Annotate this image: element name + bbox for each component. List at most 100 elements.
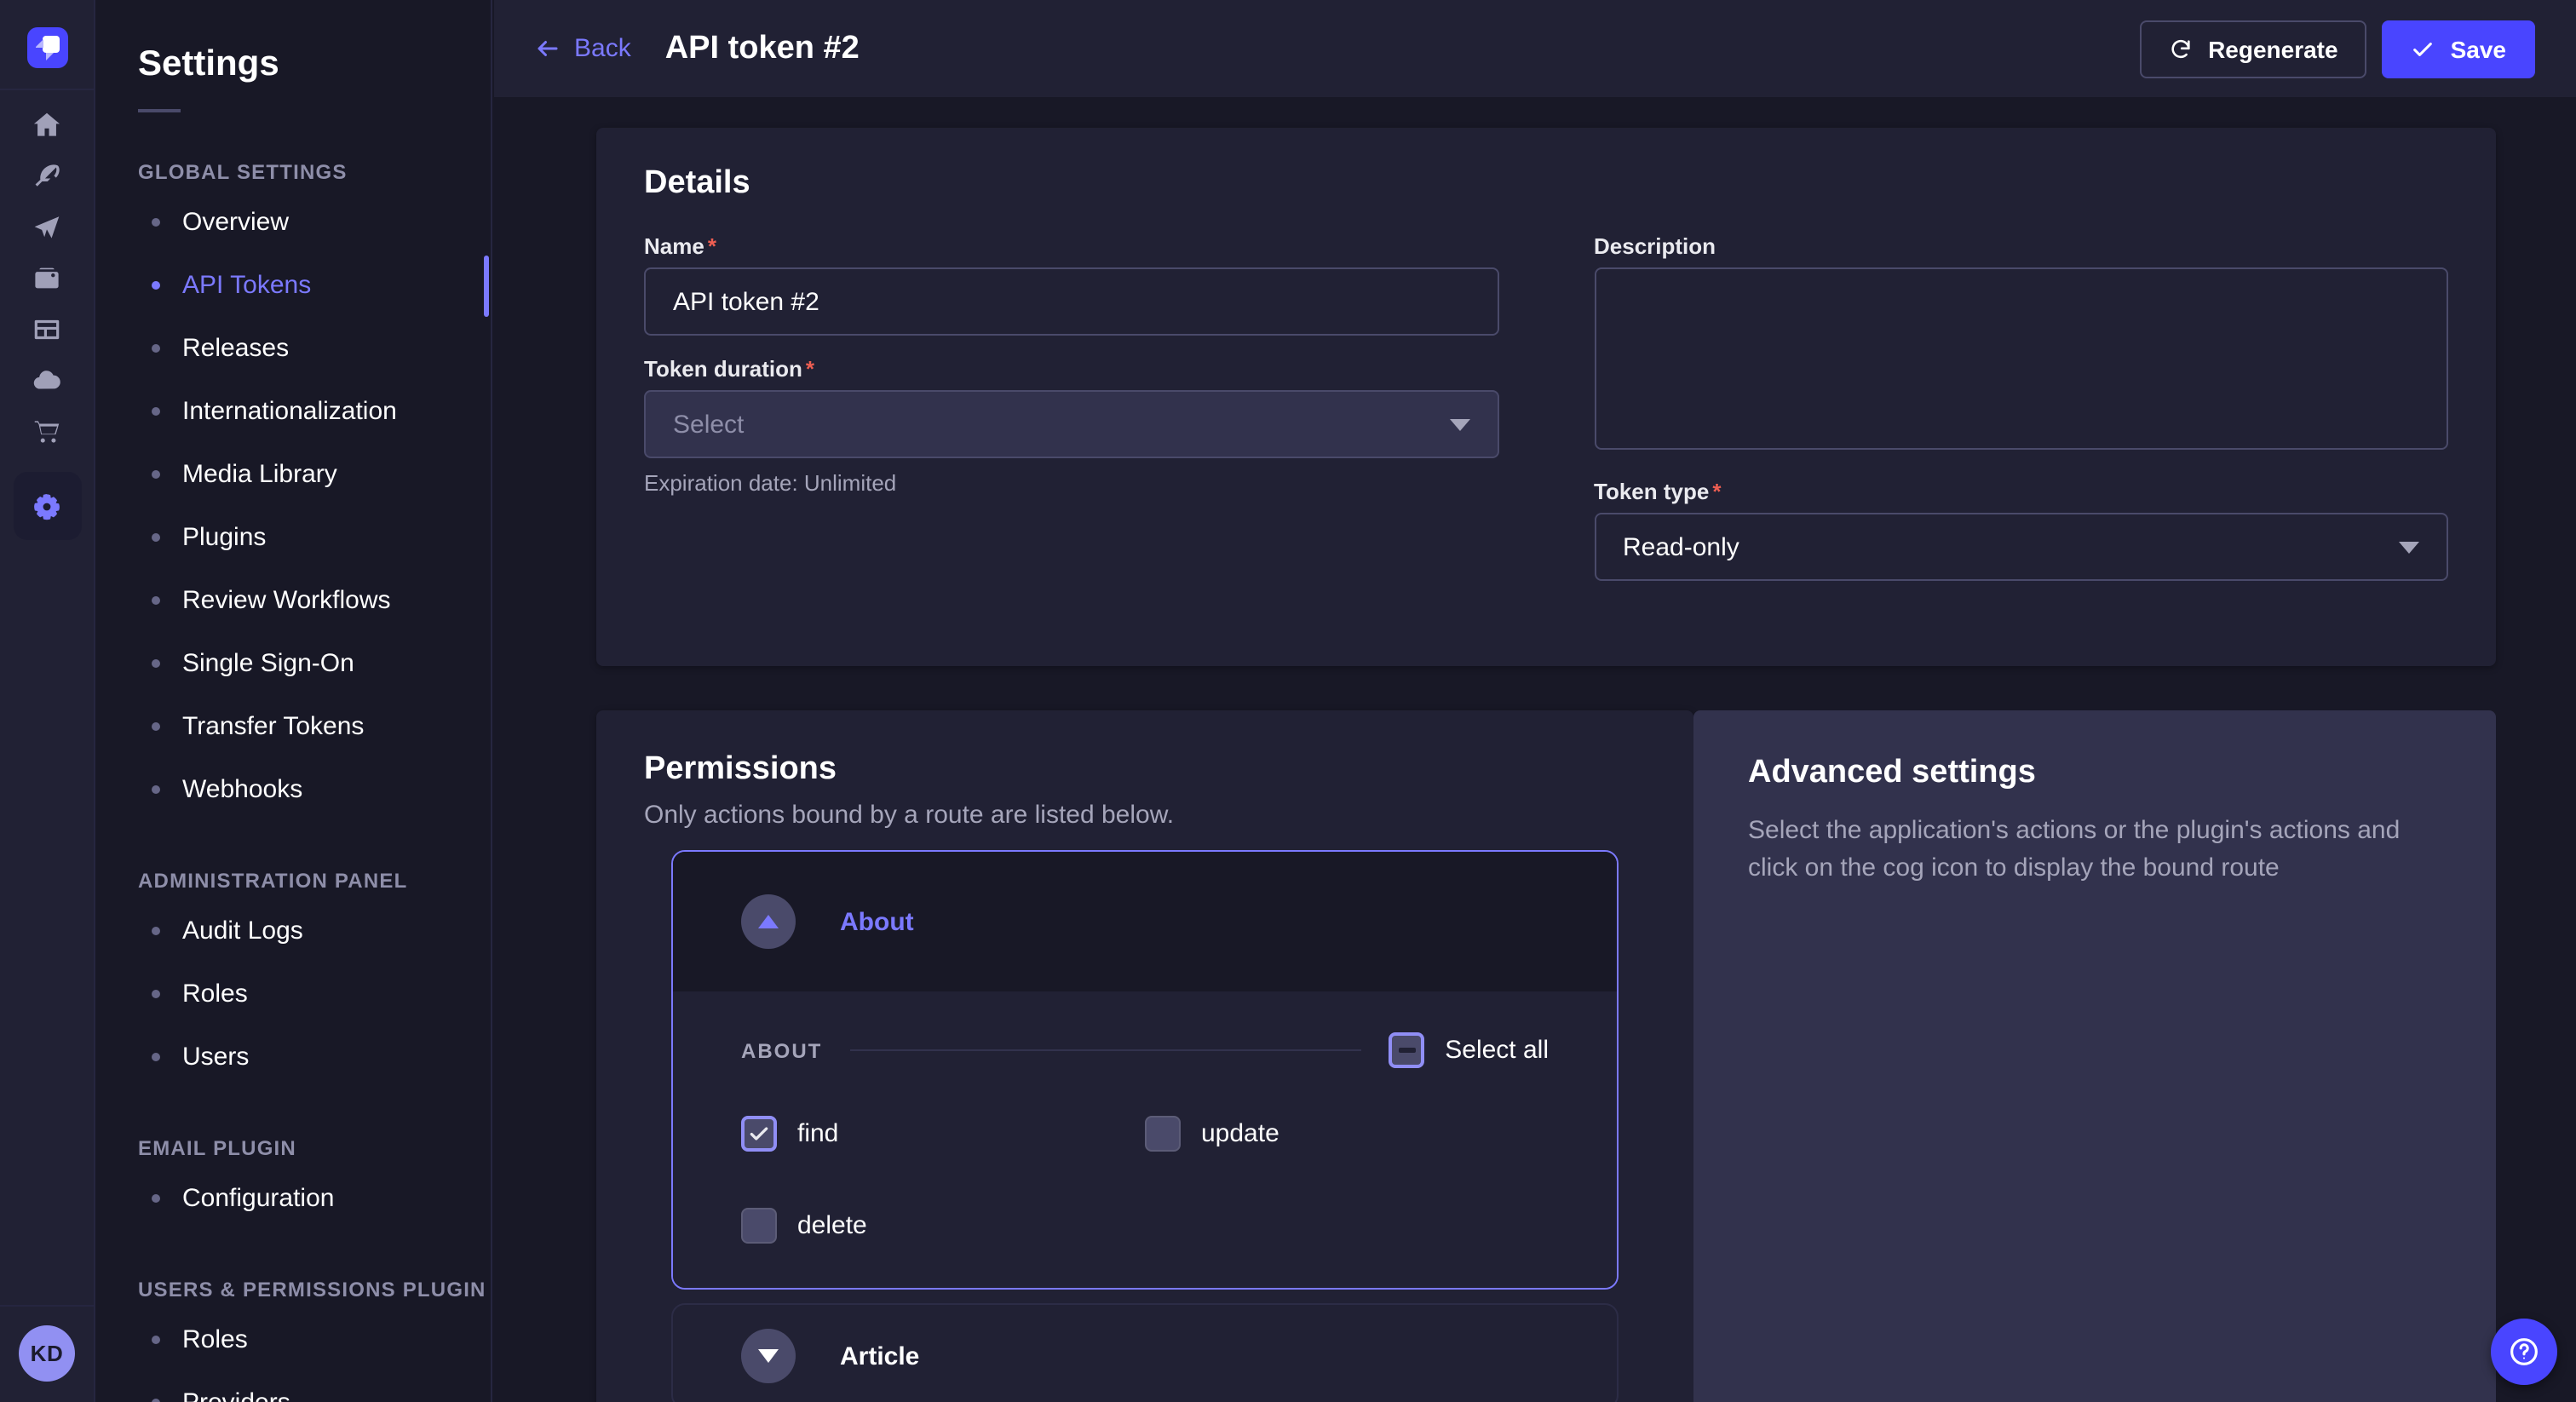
sidebar-item-audit-logs[interactable]: Audit Logs: [95, 899, 491, 962]
advanced-settings-panel: Advanced settings Select the application…: [1693, 710, 2496, 1402]
section-email-plugin: EMAIL PLUGIN: [138, 1136, 491, 1160]
cart-icon[interactable]: [20, 414, 74, 450]
accordion-about-header[interactable]: About: [673, 852, 1617, 991]
bullet-icon: [152, 1053, 160, 1061]
sidebar-item-internationalization[interactable]: Internationalization: [95, 380, 491, 443]
delete-checkbox[interactable]: [741, 1208, 777, 1244]
bullet-icon: [152, 990, 160, 998]
permissions-subtitle: Only actions bound by a route are listed…: [644, 801, 1646, 830]
permissions-heading: Permissions: [644, 751, 1646, 789]
cloud-icon[interactable]: [20, 363, 74, 399]
sidebar-item-api-tokens[interactable]: API Tokens: [95, 254, 491, 317]
select-all-row: Select all: [1389, 1032, 1549, 1068]
token-duration-helper: Expiration date: Unlimited: [644, 470, 1498, 496]
token-duration-select[interactable]: Select: [644, 390, 1498, 458]
question-mark-icon: [2506, 1334, 2542, 1370]
collapse-toggle-icon[interactable]: [741, 894, 796, 949]
accordion-about: About ABOUT Select all: [671, 850, 1619, 1290]
token-type-label: Token type*: [1594, 479, 2448, 504]
name-label: Name*: [644, 233, 1498, 259]
strapi-admin-app: KD Settings GLOBAL SETTINGS Overview API…: [0, 0, 2576, 1402]
bullet-icon: [152, 407, 160, 416]
description-label: Description: [1594, 233, 2448, 259]
accordion-about-body: ABOUT Select all: [673, 991, 1617, 1288]
back-link[interactable]: Back: [535, 34, 631, 63]
sidebar-item-overview[interactable]: Overview: [95, 191, 491, 254]
sidebar-item-plugins[interactable]: Plugins: [95, 506, 491, 569]
settings-sidebar: Settings GLOBAL SETTINGS Overview API To…: [95, 0, 492, 1402]
page-header: Back API token #2 Regenerate Save: [494, 0, 2576, 97]
sidebar-item-single-sign-on[interactable]: Single Sign-On: [95, 632, 491, 695]
section-administration-panel: ADMINISTRATION PANEL: [138, 869, 491, 893]
media-icon[interactable]: [20, 261, 74, 296]
sidebar-item-review-workflows[interactable]: Review Workflows: [95, 569, 491, 632]
sidebar-title: Settings: [138, 44, 491, 85]
refresh-icon: [2169, 37, 2193, 60]
rail-divider: [0, 1305, 95, 1307]
icon-rail: KD: [0, 0, 95, 1402]
section-global-settings: GLOBAL SETTINGS: [138, 160, 491, 184]
bullet-icon: [152, 659, 160, 668]
send-icon[interactable]: [20, 210, 74, 245]
find-checkbox[interactable]: [741, 1116, 777, 1152]
group-divider: [849, 1049, 1361, 1051]
accordion-article: Article: [671, 1303, 1619, 1402]
feather-icon[interactable]: [20, 158, 74, 194]
bullet-icon: [152, 218, 160, 227]
help-button[interactable]: [2491, 1319, 2557, 1385]
action-row-find: find: [741, 1116, 1145, 1152]
active-indicator: [484, 255, 489, 316]
accordion-article-label: Article: [840, 1342, 919, 1370]
select-all-label: Select all: [1445, 1036, 1549, 1065]
update-checkbox[interactable]: [1145, 1116, 1181, 1152]
page-title: API token #2: [665, 30, 860, 67]
required-asterisk: *: [1712, 479, 1721, 504]
sidebar-item-releases[interactable]: Releases: [95, 317, 491, 380]
bullet-icon: [152, 281, 160, 290]
strapi-logo-icon[interactable]: [26, 27, 67, 68]
section-users-permissions-plugin: USERS & PERMISSIONS PLUGIN: [138, 1278, 491, 1301]
select-all-checkbox[interactable]: [1389, 1032, 1424, 1068]
token-duration-label: Token duration*: [644, 356, 1498, 382]
required-asterisk: *: [806, 356, 814, 382]
bullet-icon: [152, 470, 160, 479]
permissions-card: Permissions Only actions bound by a rout…: [596, 710, 1693, 1402]
token-type-select[interactable]: Read-only: [1594, 513, 2448, 581]
sidebar-item-providers[interactable]: Providers: [95, 1371, 491, 1402]
advanced-settings-heading: Advanced settings: [1748, 755, 2441, 792]
sidebar-item-admin-roles[interactable]: Roles: [95, 962, 491, 1026]
bullet-icon: [152, 344, 160, 353]
check-icon: [2412, 37, 2435, 60]
bullet-icon: [152, 1399, 160, 1402]
description-textarea[interactable]: [1594, 267, 2448, 450]
gear-icon[interactable]: [13, 472, 81, 540]
chevron-down-icon: [2399, 541, 2419, 553]
group-about-label: ABOUT: [741, 1038, 822, 1062]
sidebar-item-webhooks[interactable]: Webhooks: [95, 758, 491, 821]
chevron-down-icon: [1449, 418, 1469, 430]
layout-icon[interactable]: [20, 312, 74, 348]
bullet-icon: [152, 596, 160, 605]
home-icon[interactable]: [20, 107, 74, 143]
regenerate-button[interactable]: Regenerate: [2140, 20, 2367, 78]
rail-divider: [0, 89, 95, 90]
accordion-about-label: About: [840, 907, 914, 936]
details-card: Details Name* Token duration* Select: [596, 128, 2496, 666]
bullet-icon: [152, 1336, 160, 1344]
main-area: Back API token #2 Regenerate Save Detail…: [494, 0, 2576, 1402]
sidebar-item-users[interactable]: Users: [95, 1026, 491, 1089]
save-button[interactable]: Save: [2383, 20, 2535, 78]
bullet-icon: [152, 1194, 160, 1203]
sidebar-item-configuration[interactable]: Configuration: [95, 1167, 491, 1230]
action-row-update: update: [1145, 1116, 1549, 1152]
bullet-icon: [152, 785, 160, 794]
accordion-article-header[interactable]: Article: [673, 1305, 1617, 1402]
sidebar-item-up-roles[interactable]: Roles: [95, 1308, 491, 1371]
avatar[interactable]: KD: [19, 1325, 75, 1382]
name-input[interactable]: [644, 267, 1498, 336]
sidebar-item-media-library[interactable]: Media Library: [95, 443, 491, 506]
expand-toggle-icon[interactable]: [741, 1329, 796, 1383]
details-heading: Details: [644, 165, 2448, 203]
sidebar-item-transfer-tokens[interactable]: Transfer Tokens: [95, 695, 491, 758]
advanced-settings-description: Select the application's actions or the …: [1748, 813, 2429, 887]
